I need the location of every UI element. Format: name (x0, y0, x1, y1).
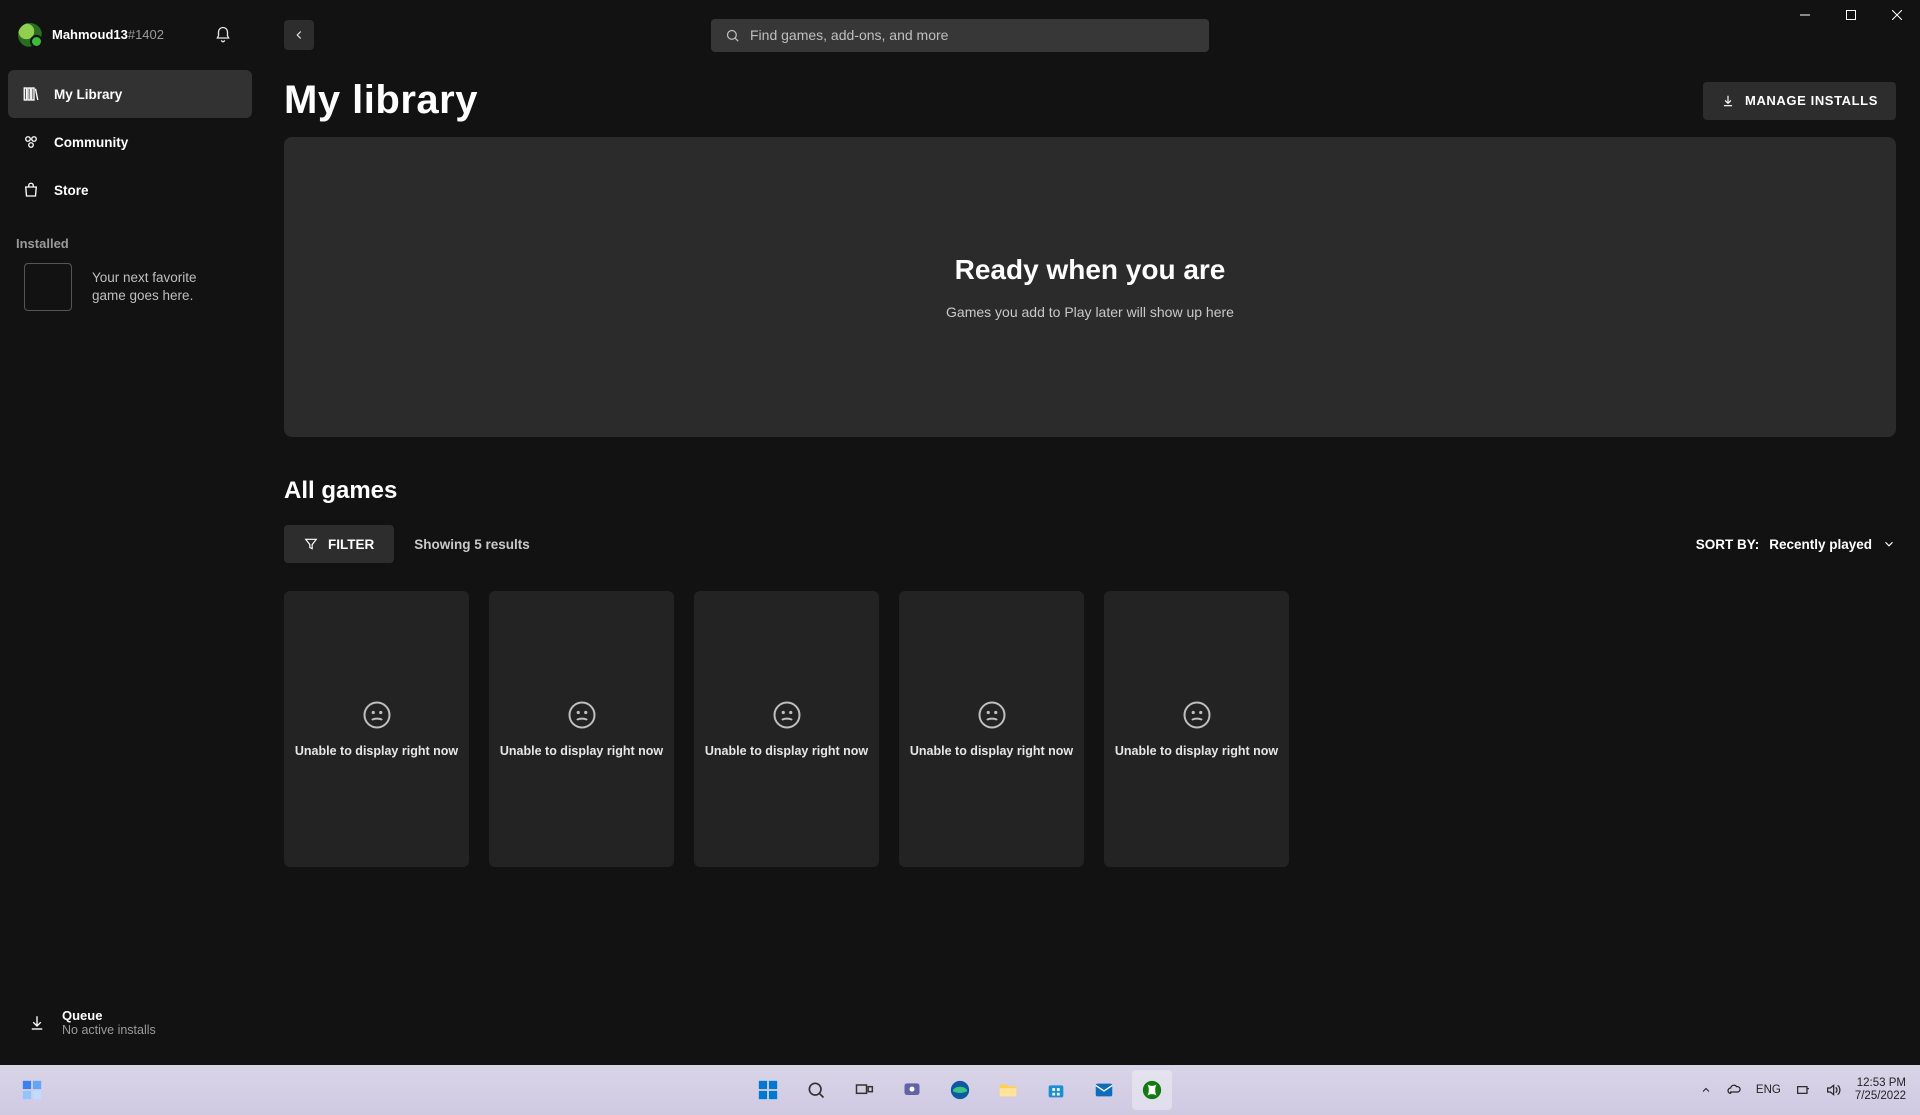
filter-button[interactable]: FILTER (284, 525, 394, 563)
app-window: Mahmoud13#1402 My Library Community (0, 0, 1920, 1065)
edge-icon[interactable] (940, 1070, 980, 1110)
game-card-text: Unable to display right now (289, 744, 464, 758)
onedrive-icon[interactable] (1726, 1082, 1742, 1098)
game-card-text: Unable to display right now (1109, 744, 1284, 758)
back-button[interactable] (284, 20, 314, 50)
filter-label: FILTER (328, 537, 374, 552)
installed-placeholder: Your next favorite game goes here. (8, 263, 252, 311)
game-card-text: Unable to display right now (494, 744, 669, 758)
placeholder-text: Your next favorite game goes here. (92, 269, 222, 305)
game-card-text: Unable to display right now (904, 744, 1079, 758)
community-icon (22, 133, 40, 151)
sad-face-icon (1182, 700, 1212, 730)
sidebar-item-label: My Library (54, 87, 122, 102)
game-card[interactable]: Unable to display right now (284, 591, 469, 867)
clock-time: 12:53 PM (1855, 1077, 1906, 1090)
all-games-title: All games (284, 477, 1896, 505)
queue-title: Queue (62, 1008, 156, 1023)
topbar: Mahmoud13#1402 (0, 0, 1920, 70)
search-box[interactable] (711, 19, 1209, 52)
sidebar-item-store[interactable]: Store (8, 166, 252, 214)
sad-face-icon (567, 700, 597, 730)
mail-icon[interactable] (1084, 1070, 1124, 1110)
installed-section-label: Installed (8, 214, 252, 263)
placeholder-tile[interactable] (24, 263, 72, 311)
manage-installs-label: MANAGE INSTALLS (1745, 93, 1878, 108)
clock-date: 7/25/2022 (1855, 1090, 1906, 1103)
sidebar-item-label: Store (54, 183, 89, 198)
title-row: My library MANAGE INSTALLS (284, 78, 1896, 123)
window-controls (1782, 0, 1920, 30)
taskview-icon[interactable] (844, 1070, 884, 1110)
queue-text: Queue No active installs (62, 1008, 156, 1037)
game-card[interactable]: Unable to display right now (694, 591, 879, 867)
game-card[interactable]: Unable to display right now (899, 591, 1084, 867)
user-tag: #1402 (128, 27, 164, 42)
sort-prefix: SORT BY: (1696, 537, 1760, 552)
start-icon[interactable] (748, 1070, 788, 1110)
avatar (18, 23, 42, 47)
sad-face-icon (977, 700, 1007, 730)
chevron-down-icon (1882, 537, 1896, 551)
download-icon (28, 1014, 46, 1032)
taskbar-right: ENG 12:53 PM 7/25/2022 (1700, 1077, 1920, 1102)
sidebar: My Library Community Store Installed You… (0, 70, 260, 1065)
user-name: Mahmoud13 (52, 27, 128, 42)
close-button[interactable] (1874, 0, 1920, 30)
page-title: My library (284, 78, 478, 123)
taskbar: ENG 12:53 PM 7/25/2022 (0, 1065, 1920, 1115)
hero-title: Ready when you are (955, 254, 1226, 286)
download-icon (1721, 94, 1735, 108)
store-icon (22, 181, 40, 199)
sort-value: Recently played (1769, 537, 1872, 552)
sad-face-icon (362, 700, 392, 730)
hero-banner: Ready when you are Games you add to Play… (284, 137, 1896, 437)
body: My Library Community Store Installed You… (0, 70, 1920, 1065)
queue-sub: No active installs (62, 1023, 156, 1037)
chat-icon[interactable] (892, 1070, 932, 1110)
clock[interactable]: 12:53 PM 7/25/2022 (1855, 1077, 1906, 1102)
search-icon (725, 28, 740, 43)
taskbar-search-icon[interactable] (796, 1070, 836, 1110)
notifications-icon[interactable] (214, 26, 232, 44)
maximize-button[interactable] (1828, 0, 1874, 30)
filter-icon (304, 537, 318, 551)
minimize-button[interactable] (1782, 0, 1828, 30)
filter-row: FILTER Showing 5 results SORT BY: Recent… (284, 525, 1896, 563)
manage-installs-button[interactable]: MANAGE INSTALLS (1703, 82, 1896, 120)
results-count: Showing 5 results (414, 537, 530, 552)
game-card[interactable]: Unable to display right now (1104, 591, 1289, 867)
user-area[interactable]: Mahmoud13#1402 (0, 23, 260, 47)
volume-icon[interactable] (1825, 1082, 1841, 1098)
tray-chevron-icon[interactable] (1700, 1084, 1712, 1096)
sidebar-item-label: Community (54, 135, 128, 150)
widgets-icon[interactable] (12, 1070, 52, 1110)
msstore-icon[interactable] (1036, 1070, 1076, 1110)
game-cards: Unable to display right now Unable to di… (284, 591, 1896, 867)
sidebar-item-library[interactable]: My Library (8, 70, 252, 118)
explorer-icon[interactable] (988, 1070, 1028, 1110)
queue-area[interactable]: Queue No active installs (8, 1008, 252, 1037)
sad-face-icon (772, 700, 802, 730)
network-icon[interactable] (1795, 1082, 1811, 1098)
game-card[interactable]: Unable to display right now (489, 591, 674, 867)
user-name-block: Mahmoud13#1402 (52, 26, 164, 44)
language-indicator[interactable]: ENG (1756, 1084, 1781, 1096)
main-content: My library MANAGE INSTALLS Ready when yo… (260, 70, 1920, 1065)
xbox-icon[interactable] (1132, 1070, 1172, 1110)
taskbar-center (748, 1070, 1172, 1110)
library-icon (22, 85, 40, 103)
search-input[interactable] (750, 27, 1195, 43)
hero-subtitle: Games you add to Play later will show up… (946, 304, 1234, 320)
game-card-text: Unable to display right now (699, 744, 874, 758)
sidebar-item-community[interactable]: Community (8, 118, 252, 166)
taskbar-left (0, 1070, 52, 1110)
sort-dropdown[interactable]: SORT BY: Recently played (1696, 537, 1896, 552)
